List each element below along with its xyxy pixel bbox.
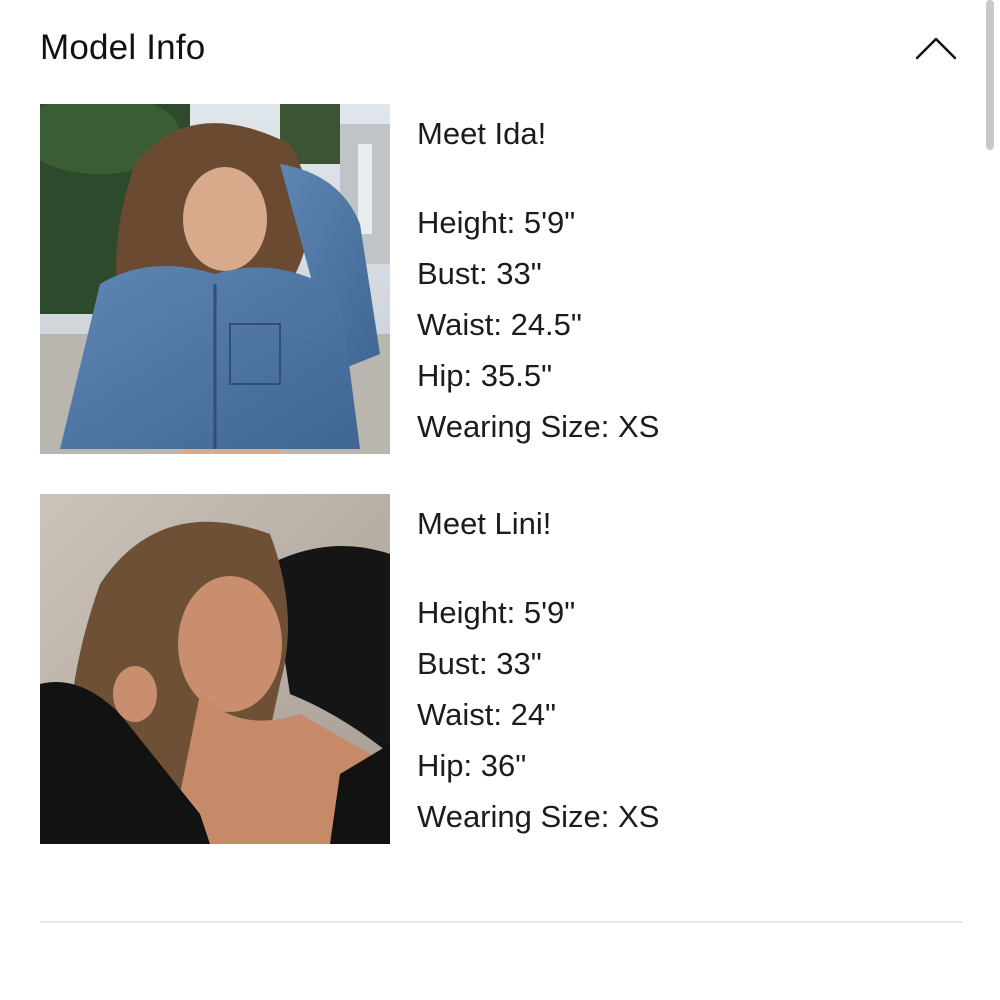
model-height: Height: 5'9" <box>417 205 576 240</box>
model-hip: Hip: 36" <box>417 748 527 783</box>
chevron-up-icon[interactable] <box>914 33 958 63</box>
model-info-page: Model Info Meet Ida! Height: 5'9" Bust: … <box>0 0 1000 1000</box>
model-hip: Hip: 35.5" <box>417 358 553 393</box>
model-wearing-size: Wearing Size: XS <box>417 799 660 834</box>
model-wearing-size: Wearing Size: XS <box>417 409 660 444</box>
model-waist: Waist: 24.5" <box>417 307 582 342</box>
section-title: Model Info <box>40 28 206 67</box>
model-info-accordion-header[interactable]: Model Info <box>40 22 960 74</box>
model-photo-ida <box>40 104 390 454</box>
model-card-ida: Meet Ida! Height: 5'9" Bust: 33" Waist: … <box>40 104 740 456</box>
model-height: Height: 5'9" <box>417 595 576 630</box>
model-bust: Bust: 33" <box>417 256 542 291</box>
model-details-lini: Meet Lini! Height: 5'9" Bust: 33" Waist:… <box>417 498 659 842</box>
model-intro: Meet Lini! <box>417 506 552 541</box>
model-intro: Meet Ida! <box>417 116 547 151</box>
model-details-ida: Meet Ida! Height: 5'9" Bust: 33" Waist: … <box>417 108 659 452</box>
model-waist: Waist: 24" <box>417 697 557 732</box>
scrollbar[interactable] <box>986 0 994 150</box>
model-bust: Bust: 33" <box>417 646 542 681</box>
section-divider <box>40 921 962 923</box>
model-photo-lini <box>40 494 390 844</box>
model-card-lini: Meet Lini! Height: 5'9" Bust: 33" Waist:… <box>40 494 740 846</box>
